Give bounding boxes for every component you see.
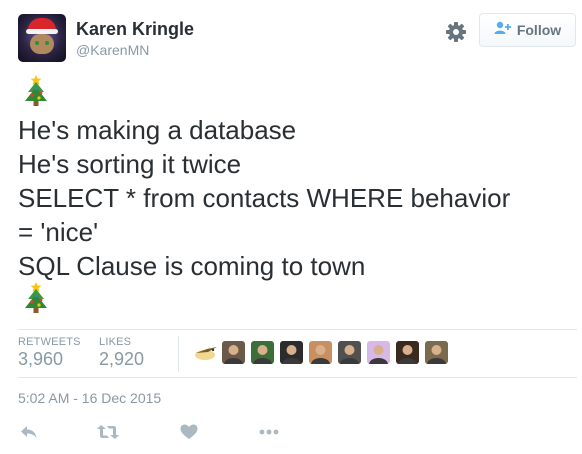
follow-button[interactable]: Follow bbox=[479, 13, 576, 47]
more-dots-icon[interactable] bbox=[258, 422, 280, 442]
avatar-face bbox=[30, 34, 54, 54]
divider bbox=[18, 377, 577, 378]
add-person-icon bbox=[494, 21, 512, 40]
tweet-text-line: SQL Clause is coming to town bbox=[18, 251, 366, 281]
dog-avatar[interactable] bbox=[396, 341, 419, 364]
avatar-right-eye bbox=[45, 41, 49, 45]
reply-icon[interactable] bbox=[19, 422, 39, 442]
heart-icon[interactable] bbox=[179, 422, 199, 442]
tweet-text-line: SELECT * from contacts WHERE behavior bbox=[18, 183, 511, 213]
person-avatar[interactable] bbox=[425, 341, 448, 364]
username[interactable]: @KarenMN bbox=[76, 42, 149, 58]
person-avatar[interactable] bbox=[309, 341, 332, 364]
stats-separator bbox=[178, 336, 179, 372]
retweets-count[interactable]: 3,960 bbox=[18, 349, 63, 370]
follow-button-label: Follow bbox=[516, 22, 562, 38]
tweet-card: Karen Kringle @KarenMN Follow He's makin… bbox=[0, 0, 582, 454]
christmas-tree-icon bbox=[23, 281, 49, 315]
tweet-text-line: He's sorting it twice bbox=[18, 149, 242, 179]
display-name[interactable]: Karen Kringle bbox=[76, 19, 194, 40]
person-avatar[interactable] bbox=[280, 341, 303, 364]
retweet-icon[interactable] bbox=[96, 422, 120, 442]
retweets-label[interactable]: RETWEETS bbox=[18, 336, 81, 348]
avatar-left-eye bbox=[35, 41, 39, 45]
anime-avatar[interactable] bbox=[367, 341, 390, 364]
bird-avatar[interactable] bbox=[193, 341, 219, 364]
person-avatar[interactable] bbox=[338, 341, 361, 364]
tweet-timestamp[interactable]: 5:02 AM - 16 Dec 2015 bbox=[18, 390, 161, 406]
gear-icon[interactable] bbox=[443, 19, 469, 45]
christmas-tree-icon bbox=[23, 74, 49, 108]
likes-count[interactable]: 2,920 bbox=[99, 349, 144, 370]
tweet-text-line: = 'nice' bbox=[18, 217, 99, 247]
person-avatar[interactable] bbox=[222, 341, 245, 364]
likes-label[interactable]: LIKES bbox=[99, 336, 131, 348]
user-avatar[interactable] bbox=[18, 14, 66, 62]
cartoon-avatar[interactable] bbox=[251, 341, 274, 364]
divider bbox=[18, 329, 577, 330]
tweet-text-line: He's making a database bbox=[18, 115, 297, 145]
